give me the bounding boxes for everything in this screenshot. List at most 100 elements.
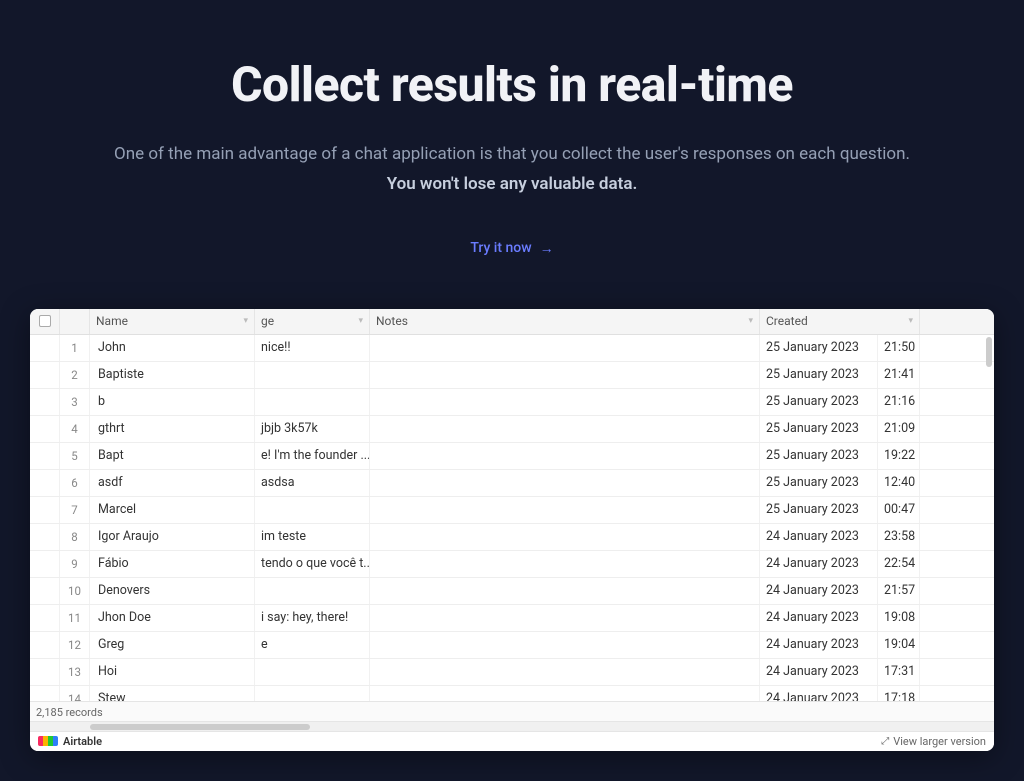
cell-created-time[interactable]: 21:16 — [878, 389, 920, 415]
cell-name[interactable]: Greg — [90, 632, 255, 658]
row-checkbox-cell[interactable] — [30, 497, 60, 523]
cell-notes[interactable] — [370, 470, 760, 496]
view-larger-button[interactable]: ⤢ View larger version — [881, 735, 986, 748]
cell-notes[interactable] — [370, 443, 760, 469]
cell-name[interactable]: b — [90, 389, 255, 415]
cell-msg[interactable]: jbjb 3k57k — [255, 416, 370, 442]
cell-notes[interactable] — [370, 335, 760, 361]
cell-name[interactable]: Igor Araujo — [90, 524, 255, 550]
horizontal-scrollbar[interactable] — [30, 721, 994, 731]
vertical-scrollbar[interactable] — [986, 337, 992, 367]
cell-msg[interactable] — [255, 389, 370, 415]
row-checkbox-cell[interactable] — [30, 389, 60, 415]
table-row[interactable]: 4gthrtjbjb 3k57k25 January 202321:09 — [30, 416, 994, 443]
cell-created-date[interactable]: 24 January 2023 — [760, 659, 878, 685]
row-checkbox-cell[interactable] — [30, 605, 60, 631]
table-row[interactable]: 13Hoi24 January 202317:31 — [30, 659, 994, 686]
cell-created-date[interactable]: 25 January 2023 — [760, 497, 878, 523]
scrollbar-thumb[interactable] — [90, 724, 310, 730]
column-header-name[interactable]: Name ▾ — [90, 309, 255, 334]
cell-created-time[interactable]: 23:58 — [878, 524, 920, 550]
cell-name[interactable]: Fábio — [90, 551, 255, 577]
cell-msg[interactable] — [255, 686, 370, 701]
table-row[interactable]: 6asdfasdsa25 January 202312:40 — [30, 470, 994, 497]
cell-name[interactable]: Baptiste — [90, 362, 255, 388]
cell-name[interactable]: Jhon Doe — [90, 605, 255, 631]
cell-created-time[interactable]: 17:31 — [878, 659, 920, 685]
row-checkbox-cell[interactable] — [30, 416, 60, 442]
cell-name[interactable]: asdf — [90, 470, 255, 496]
cell-notes[interactable] — [370, 551, 760, 577]
cell-created-time[interactable]: 21:09 — [878, 416, 920, 442]
row-checkbox-cell[interactable] — [30, 551, 60, 577]
row-checkbox-cell[interactable] — [30, 524, 60, 550]
cell-created-time[interactable]: 12:40 — [878, 470, 920, 496]
cell-msg[interactable] — [255, 362, 370, 388]
cell-name[interactable]: Bapt — [90, 443, 255, 469]
column-header-created[interactable]: Created ▾ — [760, 309, 920, 334]
cell-msg[interactable]: e! I'm the founder ... — [255, 443, 370, 469]
row-checkbox-cell[interactable] — [30, 470, 60, 496]
cell-msg[interactable]: e — [255, 632, 370, 658]
cell-name[interactable]: gthrt — [90, 416, 255, 442]
cell-created-time[interactable]: 21:50 — [878, 335, 920, 361]
cell-created-date[interactable]: 24 January 2023 — [760, 632, 878, 658]
cell-created-date[interactable]: 24 January 2023 — [760, 551, 878, 577]
cell-notes[interactable] — [370, 416, 760, 442]
cell-created-date[interactable]: 24 January 2023 — [760, 686, 878, 701]
cell-notes[interactable] — [370, 659, 760, 685]
table-row[interactable]: 12Grege24 January 202319:04 — [30, 632, 994, 659]
cell-created-time[interactable]: 21:41 — [878, 362, 920, 388]
row-checkbox-cell[interactable] — [30, 632, 60, 658]
row-checkbox-cell[interactable] — [30, 578, 60, 604]
cell-created-date[interactable]: 25 January 2023 — [760, 416, 878, 442]
airtable-brand[interactable]: Airtable — [38, 735, 102, 748]
cell-msg[interactable] — [255, 578, 370, 604]
table-row[interactable]: 11Jhon Doei say: hey, there!24 January 2… — [30, 605, 994, 632]
table-row[interactable]: 8Igor Araujoim teste24 January 202323:58 — [30, 524, 994, 551]
cell-created-date[interactable]: 25 January 2023 — [760, 389, 878, 415]
try-it-now-button[interactable]: Try it now → — [470, 240, 553, 257]
cell-notes[interactable] — [370, 497, 760, 523]
cell-created-date[interactable]: 25 January 2023 — [760, 362, 878, 388]
cell-created-time[interactable]: 19:04 — [878, 632, 920, 658]
cell-msg[interactable] — [255, 659, 370, 685]
cell-created-time[interactable]: 21:57 — [878, 578, 920, 604]
column-header-msg[interactable]: ge ▾ — [255, 309, 370, 334]
cell-created-date[interactable]: 25 January 2023 — [760, 470, 878, 496]
cell-name[interactable]: Stew — [90, 686, 255, 701]
cell-created-date[interactable]: 24 January 2023 — [760, 605, 878, 631]
cell-notes[interactable] — [370, 686, 760, 701]
cell-created-time[interactable]: 19:22 — [878, 443, 920, 469]
cell-created-time[interactable]: 19:08 — [878, 605, 920, 631]
cell-notes[interactable] — [370, 605, 760, 631]
cell-name[interactable]: Hoi — [90, 659, 255, 685]
row-checkbox-cell[interactable] — [30, 362, 60, 388]
table-row[interactable]: 1Johnnice!!25 January 202321:50 — [30, 335, 994, 362]
cell-msg[interactable]: nice!! — [255, 335, 370, 361]
table-row[interactable]: 2Baptiste25 January 202321:41 — [30, 362, 994, 389]
cell-created-date[interactable]: 25 January 2023 — [760, 443, 878, 469]
table-row[interactable]: 5Bapte! I'm the founder ...25 January 20… — [30, 443, 994, 470]
row-checkbox-cell[interactable] — [30, 335, 60, 361]
cell-created-time[interactable]: 17:18 — [878, 686, 920, 701]
row-checkbox-cell[interactable] — [30, 686, 60, 701]
table-row[interactable]: 7Marcel25 January 202300:47 — [30, 497, 994, 524]
cell-notes[interactable] — [370, 578, 760, 604]
cell-msg[interactable]: tendo o que você t... — [255, 551, 370, 577]
cell-name[interactable]: Denovers — [90, 578, 255, 604]
column-header-notes[interactable]: Notes ▾ — [370, 309, 760, 334]
row-checkbox-cell[interactable] — [30, 659, 60, 685]
cell-name[interactable]: John — [90, 335, 255, 361]
cell-msg[interactable]: im teste — [255, 524, 370, 550]
cell-created-time[interactable]: 00:47 — [878, 497, 920, 523]
cell-notes[interactable] — [370, 524, 760, 550]
cell-msg[interactable]: asdsa — [255, 470, 370, 496]
cell-notes[interactable] — [370, 362, 760, 388]
table-row[interactable]: 14Stew24 January 202317:18 — [30, 686, 994, 701]
cell-name[interactable]: Marcel — [90, 497, 255, 523]
cell-notes[interactable] — [370, 389, 760, 415]
row-checkbox-cell[interactable] — [30, 443, 60, 469]
table-row[interactable]: 9Fábiotendo o que você t...24 January 20… — [30, 551, 994, 578]
cell-created-date[interactable]: 24 January 2023 — [760, 524, 878, 550]
